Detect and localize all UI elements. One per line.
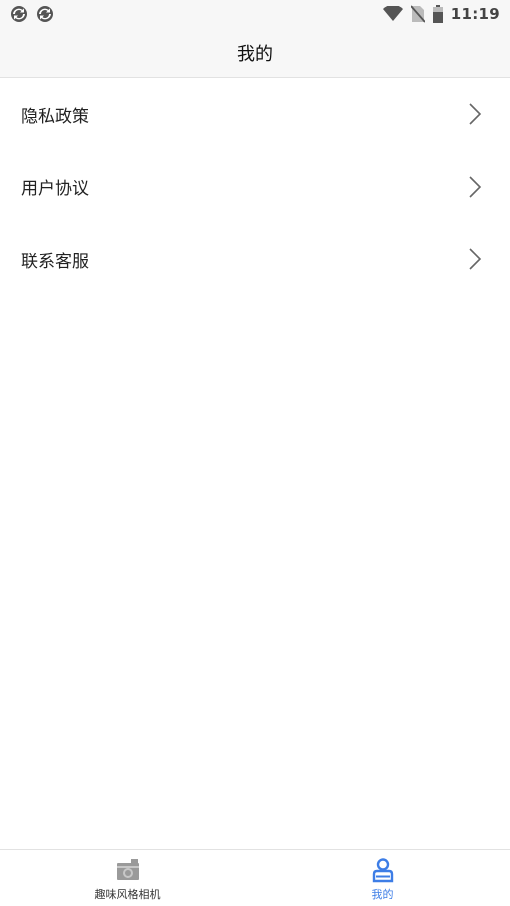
chevron-right-icon — [469, 176, 482, 198]
page-title: 我的 — [237, 43, 273, 65]
menu-item-contact-support[interactable]: 联系客服 — [0, 223, 510, 296]
status-time: 11:19 — [450, 5, 500, 23]
chevron-right-icon — [469, 248, 482, 270]
bottom-tab-bar: 趣味风格相机 我的 — [0, 849, 510, 906]
status-left-icons — [10, 5, 54, 23]
battery-icon — [432, 5, 443, 23]
sync-icon — [37, 6, 53, 22]
menu-item-label: 用户协议 — [21, 179, 89, 200]
tab-mine[interactable]: 我的 — [255, 850, 510, 906]
user-icon — [372, 858, 393, 883]
status-right-icons: 11:19 — [382, 5, 500, 23]
wifi-icon — [382, 6, 403, 21]
menu-item-privacy-policy[interactable]: 隐私政策 — [0, 78, 510, 151]
chevron-right-icon — [469, 103, 482, 125]
sync-icon — [11, 6, 27, 22]
status-bar: 11:19 — [0, 0, 510, 28]
tab-fun-camera[interactable]: 趣味风格相机 — [0, 850, 255, 906]
settings-menu: 隐私政策 用户协议 联系客服 — [0, 78, 510, 296]
camera-icon — [116, 859, 139, 880]
header: 我的 — [0, 28, 510, 78]
menu-item-label: 联系客服 — [21, 251, 89, 272]
tab-label: 我的 — [371, 888, 394, 901]
tab-label: 趣味风格相机 — [94, 888, 161, 901]
menu-item-label: 隐私政策 — [21, 106, 89, 127]
menu-item-user-agreement[interactable]: 用户协议 — [0, 151, 510, 224]
no-sim-icon — [410, 5, 425, 23]
